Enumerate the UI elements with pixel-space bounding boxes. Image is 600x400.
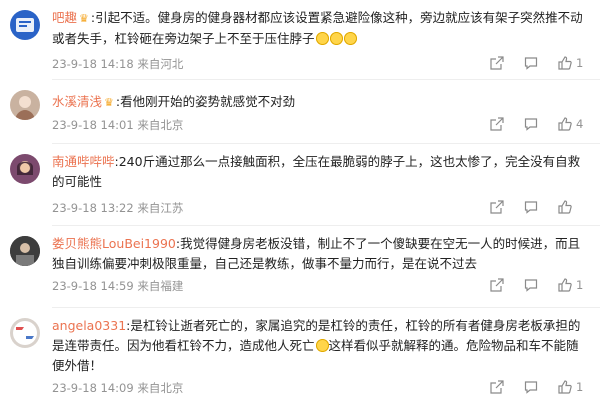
timestamp: 23-9-18 14:01 — [52, 118, 134, 132]
comment-text: 水溪清浅 ♛:看他刚开始的姿势就感觉不对劲 — [52, 92, 588, 113]
share-button[interactable] — [490, 278, 504, 292]
username[interactable]: 吧趣 — [52, 10, 77, 25]
crown-icon: ♛ — [79, 12, 89, 25]
comment-icon — [524, 279, 538, 292]
comment-actions: 1 — [490, 380, 590, 396]
comment-actions: 4 — [490, 117, 590, 133]
comment-icon — [524, 57, 538, 70]
like-count: 1 — [576, 380, 584, 394]
location: 来自河北 — [137, 57, 184, 71]
comment-feed: 吧趣 ♛:引起不适。健身房的健身器材都应该设置紧急避险像这种，旁边就应该有架子突然… — [0, 0, 600, 400]
timestamp: 23-9-18 14:09 — [52, 381, 134, 395]
avatar[interactable] — [10, 154, 40, 184]
share-button[interactable] — [490, 380, 504, 394]
avatar[interactable] — [10, 10, 40, 40]
location: 来自北京 — [137, 118, 184, 132]
comment-item: 南通哔哔哔:240斤通过那么一点接触面积，全压在最脆弱的脖子上，这也太惨了，完全… — [0, 144, 600, 226]
like-button[interactable] — [558, 200, 576, 214]
like-icon — [558, 278, 572, 292]
comment-actions — [490, 200, 590, 216]
share-icon — [490, 200, 504, 214]
avatar[interactable] — [10, 90, 40, 120]
comment-text: 南通哔哔哔:240斤通过那么一点接触面积，全压在最脆弱的脖子上，这也太惨了，完全… — [52, 152, 588, 192]
timestamp: 23-9-18 14:59 — [52, 279, 134, 293]
username[interactable]: 水溪清浅 — [52, 94, 102, 109]
comment-actions: 1 — [490, 56, 590, 72]
location: 来自江苏 — [137, 201, 184, 215]
comment-meta: 23-9-18 14:18 来自河北 — [52, 56, 183, 72]
emoji-icon — [329, 32, 343, 45]
comment-content: :看他刚开始的姿势就感觉不对劲 — [115, 94, 296, 109]
comment-button[interactable] — [524, 278, 538, 292]
like-icon — [558, 117, 572, 131]
share-icon — [490, 380, 504, 394]
comment-meta: 23-9-18 13:22 来自江苏 — [52, 200, 183, 216]
comment-item: 水溪清浅 ♛:看他刚开始的姿势就感觉不对劲 23-9-18 14:01 来自北京 … — [0, 80, 600, 144]
like-button[interactable]: 4 — [558, 117, 583, 131]
comment-button[interactable] — [524, 117, 538, 131]
share-button[interactable] — [490, 117, 504, 131]
like-icon — [558, 380, 572, 394]
comment-button[interactable] — [524, 200, 538, 214]
timestamp: 23-9-18 14:18 — [52, 57, 134, 71]
comment-icon — [524, 118, 538, 131]
comment-icon — [524, 381, 538, 394]
avatar[interactable] — [10, 236, 40, 266]
comment-text: angela0331:是杠铃让逝者死亡的，家属追究的是杠铃的责任，杠铃的所有者健… — [52, 316, 588, 376]
comment-text: 吧趣 ♛:引起不适。健身房的健身器材都应该设置紧急避险像这种，旁边就应该有架子突然… — [52, 8, 588, 49]
avatar[interactable] — [10, 318, 40, 348]
share-button[interactable] — [490, 56, 504, 70]
comment-meta: 23-9-18 14:09 来自北京 — [52, 380, 183, 396]
comment-content: :240斤通过那么一点接触面积，全压在最脆弱的脖子上，这也太惨了，完全没有自救的… — [52, 154, 581, 189]
timestamp: 23-9-18 13:22 — [52, 201, 134, 215]
location: 来自福建 — [137, 279, 184, 293]
comment-meta: 23-9-18 14:59 来自福建 — [52, 278, 183, 294]
emoji-icon — [315, 339, 329, 352]
comment-actions: 1 — [490, 278, 590, 294]
like-count: 1 — [576, 278, 584, 292]
share-button[interactable] — [490, 200, 504, 214]
username[interactable]: 南通哔哔哔 — [52, 154, 115, 169]
share-icon — [490, 117, 504, 131]
username[interactable]: 娄贝熊熊LouBei1990 — [52, 236, 176, 251]
location: 来自北京 — [137, 381, 184, 395]
comment-item: angela0331:是杠铃让逝者死亡的，家属追究的是杠铃的责任，杠铃的所有者健… — [0, 308, 600, 400]
comment-button[interactable] — [524, 380, 538, 394]
emoji-icon — [343, 32, 357, 45]
comment-text: 娄贝熊熊LouBei1990:我觉得健身房老板没错，制止不了一个傻缺要在空无一人… — [52, 234, 588, 274]
share-icon — [490, 278, 504, 292]
like-button[interactable]: 1 — [558, 56, 583, 70]
like-button[interactable]: 1 — [558, 380, 583, 394]
username[interactable]: angela0331 — [52, 318, 126, 333]
like-icon — [558, 200, 572, 214]
comment-item: 娄贝熊熊LouBei1990:我觉得健身房老板没错，制止不了一个傻缺要在空无一人… — [0, 226, 600, 308]
crown-icon: ♛ — [104, 96, 114, 109]
comment-icon — [524, 201, 538, 214]
comment-meta: 23-9-18 14:01 来自北京 — [52, 117, 183, 133]
comment-item: 吧趣 ♛:引起不适。健身房的健身器材都应该设置紧急避险像这种，旁边就应该有架子突然… — [0, 0, 600, 80]
share-icon — [490, 56, 504, 70]
comment-button[interactable] — [524, 56, 538, 70]
emoji-icon — [315, 32, 329, 45]
like-count: 1 — [576, 56, 584, 70]
like-icon — [558, 56, 572, 70]
like-count: 4 — [576, 117, 584, 131]
like-button[interactable]: 1 — [558, 278, 583, 292]
